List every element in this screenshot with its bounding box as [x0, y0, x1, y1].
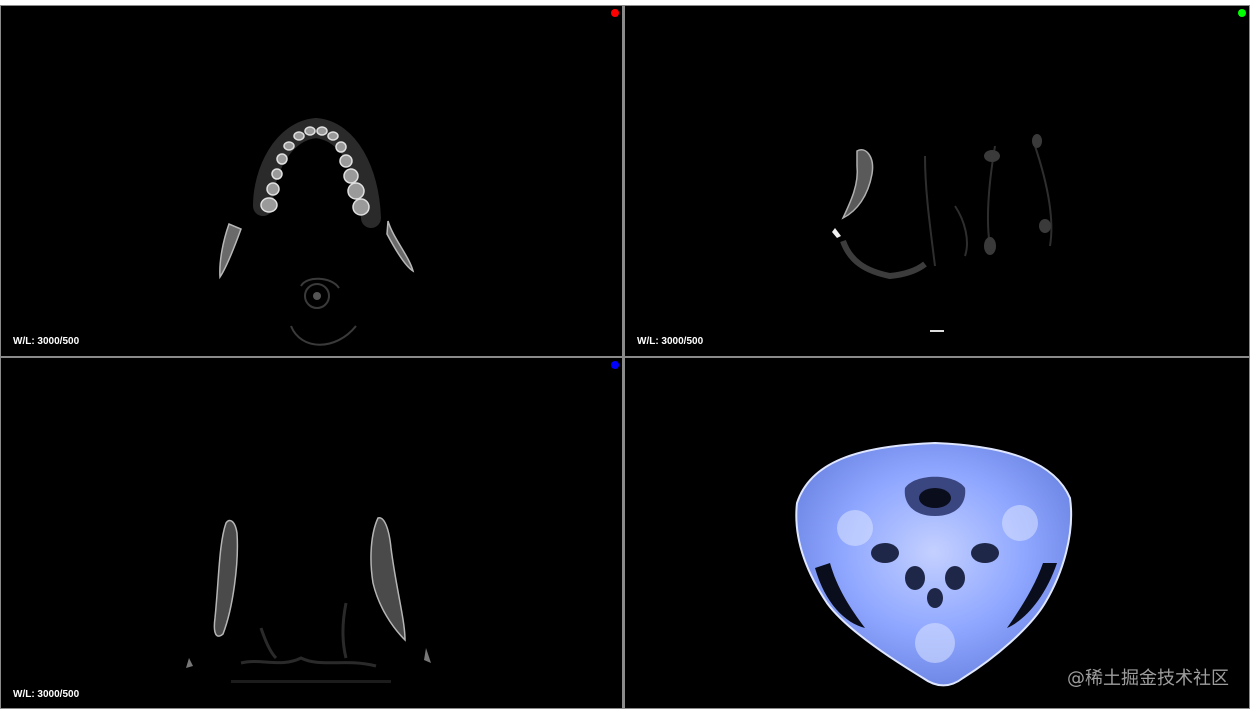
- sagittal-orientation-marker: [1238, 9, 1246, 17]
- window-level-label: W/L: 3000/500: [637, 336, 704, 347]
- coronal-orientation-marker: [611, 361, 619, 369]
- volume-render-viewport[interactable]: @稀土掘金技术社区: [625, 358, 1249, 708]
- axial-ct-slice: [219, 117, 415, 346]
- skull-volume-render: [795, 441, 1073, 687]
- window-level-label: W/L: 3000/500: [13, 336, 80, 347]
- axial-viewport[interactable]: W/L: 3000/500: [1, 6, 622, 356]
- window-level-label: W/L: 3000/500: [13, 689, 80, 700]
- axial-orientation-marker: [611, 9, 619, 17]
- sagittal-viewport[interactable]: W/L: 3000/500: [625, 6, 1249, 356]
- mpr-viewer-grid: W/L: 3000/500 W/L: 3000/500 W/L: 3000/50…: [0, 5, 1250, 709]
- watermark: @稀土掘金技术社区: [1067, 668, 1229, 689]
- coronal-viewport[interactable]: W/L: 3000/500: [1, 358, 622, 708]
- coronal-ct-slice: [186, 517, 431, 683]
- sagittal-ct-slice: [832, 134, 1053, 332]
